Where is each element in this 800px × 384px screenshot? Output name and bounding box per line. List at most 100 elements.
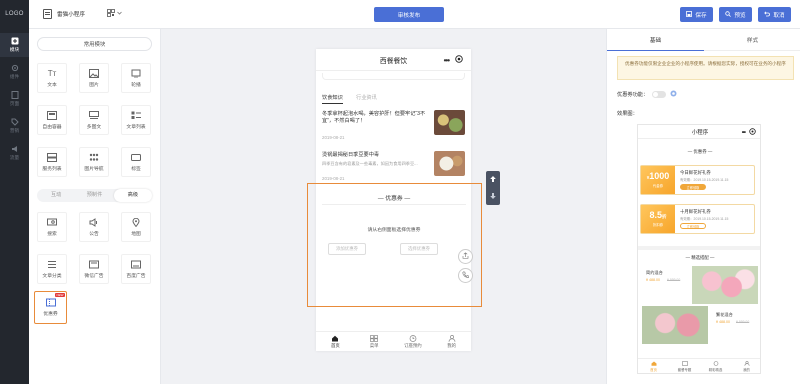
- preview-tab: 首页: [638, 359, 669, 373]
- bottom-tab-menu[interactable]: 菜单: [355, 332, 394, 351]
- segment-prefab[interactable]: 预制件: [75, 189, 113, 202]
- nav-item-label: 组件: [9, 73, 20, 79]
- module-label: 标签: [131, 166, 141, 172]
- move-up-icon[interactable]: [489, 175, 497, 185]
- cancel-button[interactable]: 取消: [758, 7, 791, 22]
- module-multi-image-text[interactable]: 多图文: [79, 105, 109, 135]
- settings-tabs: 基础 样式: [607, 29, 800, 51]
- coupon-claim-pill: 立即领取: [680, 184, 706, 190]
- save-button[interactable]: 保存: [680, 7, 713, 22]
- module-baidu-ad[interactable]: 百度广告: [121, 254, 151, 284]
- module-text[interactable]: Tт 文本: [37, 63, 67, 93]
- module-label: 百度广告: [126, 273, 146, 279]
- coupon-module-selected[interactable]: — 优惠券 — 请从右侧面板选择优惠券 添加优惠券 选择优惠券: [307, 183, 482, 307]
- coupon-amount: ¥1000: [647, 172, 670, 182]
- container-icon: [47, 110, 57, 120]
- module-service-list[interactable]: 服务列表: [37, 147, 67, 177]
- publish-button[interactable]: 审核发布: [374, 7, 444, 22]
- module-map[interactable]: 地图: [121, 212, 151, 242]
- coupon-name: 今日鲜花好礼券: [680, 170, 711, 175]
- tab-basic[interactable]: 基础: [607, 29, 704, 51]
- module-coupon[interactable]: 优惠券 NEW: [34, 291, 67, 324]
- product-name: 繁花混合: [716, 312, 733, 317]
- module-image[interactable]: 图片: [79, 63, 109, 93]
- preview-label: 预览: [734, 12, 746, 19]
- home-icon: [331, 334, 339, 342]
- preview-tab: 我的: [731, 359, 760, 373]
- nav-item-pages[interactable]: 页面: [0, 87, 29, 111]
- tab-label: 菜单: [369, 343, 379, 348]
- preview-tab-label: 我的: [743, 368, 750, 372]
- save-icon: [686, 10, 693, 19]
- new-badge: NEW: [55, 293, 65, 297]
- product-name: 简约混合: [646, 270, 663, 275]
- tag-icon: [11, 118, 19, 126]
- qr-code-icon: [107, 9, 115, 19]
- bottom-tab-mine[interactable]: 我的: [432, 332, 471, 351]
- preview-coupon-title-text: 优惠券: [693, 149, 707, 154]
- news-title: 冬季拿杯起泡水喝，美容护肝！但要牢记“3不宜”，不然白喝了！: [322, 111, 426, 124]
- chevron-down-icon: [117, 11, 122, 17]
- tab-industry-news[interactable]: 行业资讯: [356, 94, 377, 101]
- module-article-list[interactable]: 文章列表: [121, 105, 151, 135]
- tab-style[interactable]: 样式: [704, 29, 800, 51]
- image-icon: [89, 68, 99, 78]
- page-icon: [11, 91, 19, 99]
- preview-button[interactable]: 预览: [719, 7, 752, 22]
- nav-item-traffic[interactable]: 流量: [0, 141, 29, 165]
- list-item[interactable]: 冬季拿杯起泡水喝，美容护肝！但要牢记“3不宜”，不然白喝了！ 2019-08-2…: [322, 109, 465, 143]
- preview-section-title-text: 精选搭配: [691, 255, 709, 260]
- tab-food-knowledge[interactable]: 饮食知识: [322, 94, 343, 104]
- coupon-title-text: 优惠券: [385, 196, 403, 202]
- nav-item-marketing[interactable]: 营销: [0, 114, 29, 138]
- text-icon: Tт: [47, 68, 57, 78]
- module-label: 文章分类: [42, 273, 62, 279]
- module-label: 文本: [47, 82, 57, 88]
- list-item[interactable]: 烫锅最揭秘日季豆要中毒 四季豆含有的皂素及一些毒素，如因为食用四季豆... 20…: [322, 150, 465, 184]
- divider: [638, 246, 760, 250]
- module-category-switch: 互动 预制件 高级: [37, 189, 152, 202]
- news-title: 烫锅最揭秘日季豆要中毒: [322, 152, 380, 158]
- common-modules-header[interactable]: 常用模块: [37, 37, 152, 51]
- coupon-switch[interactable]: [652, 91, 667, 98]
- left-nav: LOGO 模块 组件 页面 营销 流量: [0, 0, 29, 384]
- module-article-category[interactable]: 文章分类: [37, 254, 67, 284]
- preview-section-title: — 精选搭配 —: [685, 255, 715, 260]
- speaker-icon: [89, 217, 99, 227]
- bottom-tab-bar: 首页 菜单 订座预约 我的: [316, 331, 471, 351]
- module-notice[interactable]: 公告: [79, 212, 109, 242]
- help-icon[interactable]: [670, 90, 677, 99]
- coupon-empty-tip: 请从右侧面板选择优惠券: [367, 228, 421, 233]
- module-carousel[interactable]: 轮播: [121, 63, 151, 93]
- module-tag[interactable]: 标签: [121, 147, 151, 177]
- nav-item-components[interactable]: 组件: [0, 60, 29, 84]
- segment-advanced[interactable]: 高级: [113, 189, 152, 202]
- preview-tab: 精彩精选: [700, 359, 731, 373]
- module-free-container[interactable]: 自由容器: [37, 105, 67, 135]
- coupon-date: 有效期：2019.10.15-2019.11.15: [680, 178, 729, 182]
- module-search[interactable]: 搜索: [37, 212, 67, 242]
- share-button[interactable]: [458, 249, 473, 264]
- add-coupon-button[interactable]: 添加优惠券: [328, 243, 366, 255]
- bottom-tab-reservation[interactable]: 订座预约: [394, 332, 433, 351]
- bottom-tab-home[interactable]: 首页: [316, 332, 355, 351]
- grid-icon: [370, 334, 378, 342]
- qr-code-button[interactable]: [107, 9, 122, 19]
- close-target-icon: [749, 128, 756, 137]
- phone-call-button[interactable]: [458, 268, 473, 283]
- news-thumbnail: [434, 151, 465, 176]
- nav-item-label: 页面: [9, 100, 20, 106]
- preview-capsule: •••: [742, 128, 756, 137]
- tab-label: 首页: [330, 343, 340, 348]
- nav-item-modules[interactable]: 模块: [0, 33, 29, 57]
- select-coupon-button[interactable]: 选择优惠券: [400, 243, 438, 255]
- product-image-mixed: [642, 306, 708, 344]
- move-down-icon[interactable]: [489, 192, 497, 202]
- module-image-nav[interactable]: 图片导航: [79, 147, 109, 177]
- app-switcher[interactable]: 雷猫小程序: [43, 8, 85, 20]
- segment-interactive[interactable]: 互动: [37, 189, 75, 202]
- preview-coupon-title: — 优惠券 —: [687, 149, 713, 154]
- tag-icon: [131, 153, 141, 162]
- module-wechat-ad[interactable]: 微信广告: [79, 254, 109, 284]
- section-placeholder: [322, 73, 465, 80]
